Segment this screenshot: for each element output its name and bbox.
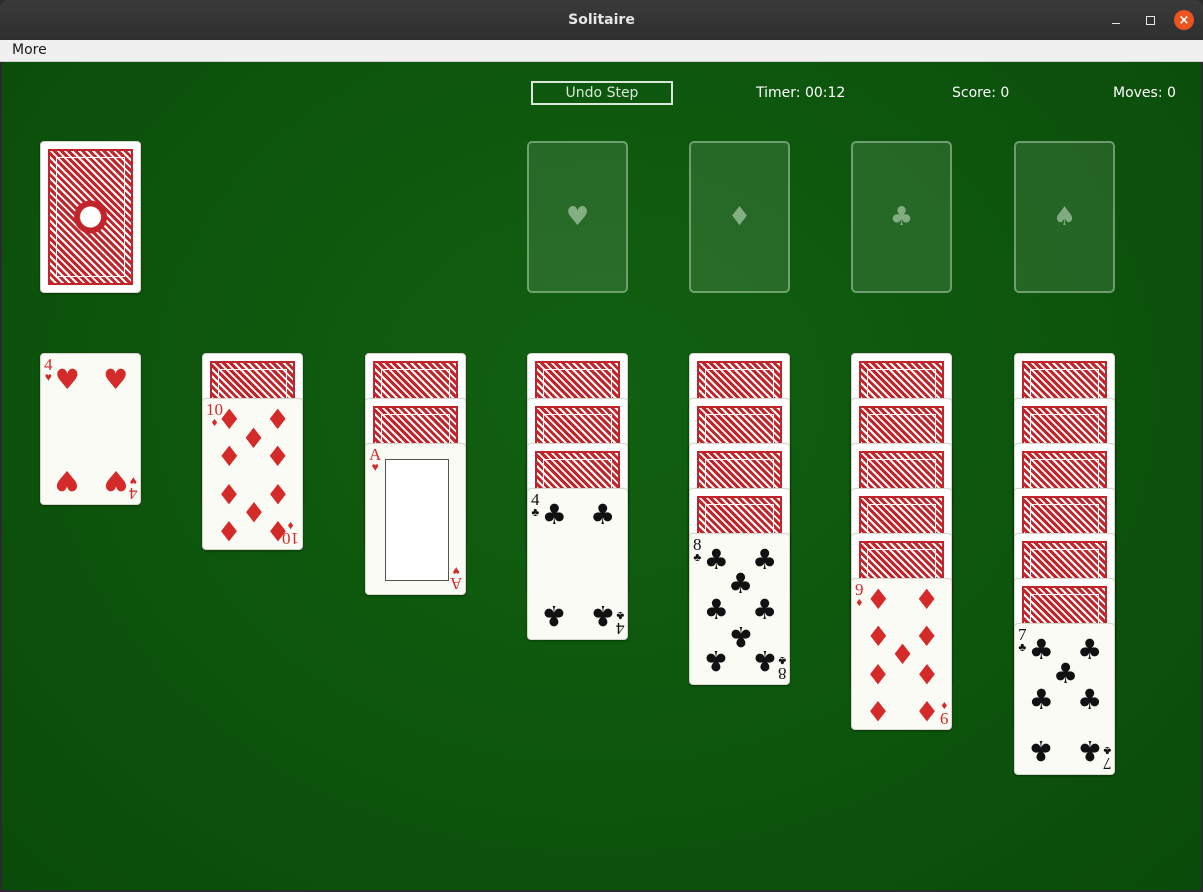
- spades-suit-icon: ♠: [1052, 202, 1077, 232]
- card-corner-index: 8 ♣: [777, 653, 787, 683]
- card-pip-icon: ♦: [865, 583, 891, 617]
- stock-pile[interactable]: [40, 141, 141, 293]
- card-4-black[interactable]: 4 ♣ 4 ♣ ♣ ♣ ♣ ♣: [527, 488, 628, 640]
- card-corner-index: A ♥: [369, 446, 381, 473]
- card-corner-index: 4 ♥: [128, 473, 138, 503]
- clubs-suit-icon: ♣: [889, 202, 914, 232]
- window-title: Solitaire: [568, 12, 635, 28]
- card-suit-icon: ♣: [693, 550, 702, 565]
- card-pip-icon: ♦: [914, 619, 940, 653]
- card-pip-icon: ♣: [1028, 683, 1054, 716]
- card-pip-icon: ♣: [703, 644, 729, 678]
- card-rank: 4: [615, 619, 625, 638]
- card-pip-icon: ♣: [1028, 734, 1054, 768]
- card-rank: 9: [939, 709, 949, 728]
- card-10-red[interactable]: 10 ♦ 10 ♦ ♦ ♦ ♦ ♦ ♦ ♦ ♦ ♦ ♦ ♦: [202, 398, 303, 550]
- foundation-diamonds[interactable]: ♦: [689, 141, 790, 293]
- card-corner-index: 4 ♣: [615, 608, 625, 638]
- card-suit-icon: ♣: [1018, 640, 1027, 655]
- card-corner-index: A ♥: [449, 564, 462, 593]
- card-rank: 7: [1102, 754, 1112, 773]
- timer-display: Timer: 00:12: [756, 85, 846, 101]
- card-pip-icon: ♣: [727, 619, 754, 653]
- card-suit-icon: ♥: [44, 370, 52, 385]
- card-pip-icon: ♣: [752, 644, 778, 678]
- card-pip-icon: ♣: [727, 567, 754, 601]
- foundation-clubs[interactable]: ♣: [851, 141, 952, 293]
- card-pip-icon: ♦: [914, 657, 940, 691]
- card-pip-icon: ♣: [590, 497, 616, 531]
- card-pip-icon: ♦: [265, 439, 291, 473]
- card-pip-icon: ♣: [1028, 632, 1054, 666]
- card-pip-icon: ♥: [54, 362, 80, 396]
- menu-item-more[interactable]: More: [12, 42, 47, 58]
- card-9-red[interactable]: 9 ♦ 9 ♦ ♦ ♦ ♦ ♦ ♦ ♦ ♦ ♦ ♦: [851, 578, 952, 730]
- card-pip-icon: ♦: [865, 657, 891, 691]
- card-A-red[interactable]: A ♥ A ♥: [365, 443, 466, 595]
- card-pip-icon: ♦: [265, 403, 291, 437]
- card-pip-icon: ♦: [865, 693, 891, 727]
- card-pip-icon: ♦: [265, 477, 291, 511]
- maximize-icon[interactable]: [1140, 10, 1160, 30]
- card-7-black[interactable]: 7 ♣ 7 ♣ ♣ ♣ ♣ ♣ ♣ ♣ ♣: [1014, 623, 1115, 775]
- card-pip-icon: ♦: [865, 619, 891, 653]
- card-pip-icon: ♦: [216, 439, 242, 473]
- card-pip-icon: ♣: [752, 542, 778, 576]
- card-pip-icon: ♦: [216, 513, 242, 547]
- card-suit-icon: ♦: [856, 595, 863, 610]
- ace-face-frame: [385, 459, 449, 581]
- card-pip-icon: ♣: [590, 599, 616, 633]
- card-corner-index: 7 ♣: [1018, 626, 1027, 655]
- card-pip-icon: ♣: [1052, 657, 1079, 691]
- card-suit-icon: ♦: [940, 698, 947, 713]
- score-display: Score: 0: [952, 85, 1010, 101]
- card-suit-icon: ♣: [777, 653, 786, 668]
- minimize-icon[interactable]: [1106, 10, 1126, 30]
- foundation-hearts[interactable]: ♥: [527, 141, 628, 293]
- undo-step-button[interactable]: Undo Step: [531, 81, 673, 105]
- card-pip-icon: ♣: [541, 497, 567, 531]
- title-bar: Solitaire ×: [0, 0, 1203, 40]
- card-pip-icon: ♥: [103, 362, 129, 396]
- card-pip-icon: ♦: [216, 403, 242, 437]
- card-pip-icon: ♥: [54, 464, 80, 498]
- game-table: Undo Step Timer: 00:12 Score: 0 Moves: 0…: [2, 62, 1201, 890]
- card-pip-icon: ♣: [703, 593, 729, 626]
- card-corner-index: 4 ♥: [44, 356, 53, 385]
- diamonds-suit-icon: ♦: [727, 202, 752, 232]
- card-pip-icon: ♥: [103, 464, 129, 498]
- card-4-red[interactable]: 4 ♥ 4 ♥ ♥ ♥ ♥ ♥: [40, 353, 141, 505]
- close-icon[interactable]: ×: [1174, 10, 1194, 30]
- card-rank: A: [449, 574, 462, 593]
- card-corner-index: 9 ♦: [939, 698, 949, 728]
- card-pip-icon: ♣: [1077, 734, 1103, 768]
- card-suit-icon: ♣: [1102, 743, 1111, 758]
- card-rank: 8: [777, 664, 787, 683]
- card-pip-icon: ♣: [1077, 632, 1103, 666]
- foundation-spades[interactable]: ♠: [1014, 141, 1115, 293]
- card-pip-icon: ♦: [265, 513, 291, 547]
- card-pip-icon: ♦: [240, 495, 267, 529]
- card-corner-index: 7 ♣: [1102, 743, 1112, 773]
- card-8-black[interactable]: 8 ♣ 8 ♣ ♣ ♣ ♣ ♣ ♣ ♣ ♣ ♣: [689, 533, 790, 685]
- card-suit-icon: ♥: [129, 473, 137, 488]
- card-pip-icon: ♦: [216, 477, 242, 511]
- menu-bar: More: [0, 40, 1203, 62]
- card-pip-icon: ♣: [1077, 683, 1103, 716]
- card-corner-index: 9 ♦: [855, 581, 864, 610]
- card-pip-icon: ♣: [541, 599, 567, 633]
- card-corner-index: 4 ♣: [531, 491, 540, 520]
- card-pip-icon: ♦: [889, 638, 916, 671]
- card-rank: 4: [128, 484, 138, 503]
- card-suit-icon: ♣: [531, 505, 540, 520]
- card-pip-icon: ♦: [240, 421, 267, 455]
- card-pip-icon: ♣: [703, 542, 729, 576]
- moves-display: Moves: 0: [1113, 85, 1176, 101]
- card-corner-index: 8 ♣: [693, 536, 702, 565]
- card-pip-icon: ♣: [752, 593, 778, 626]
- card-pip-icon: ♦: [914, 583, 940, 617]
- card-suit-icon: ♣: [615, 608, 624, 623]
- hearts-suit-icon: ♥: [565, 202, 590, 232]
- card-pip-icon: ♦: [914, 693, 940, 727]
